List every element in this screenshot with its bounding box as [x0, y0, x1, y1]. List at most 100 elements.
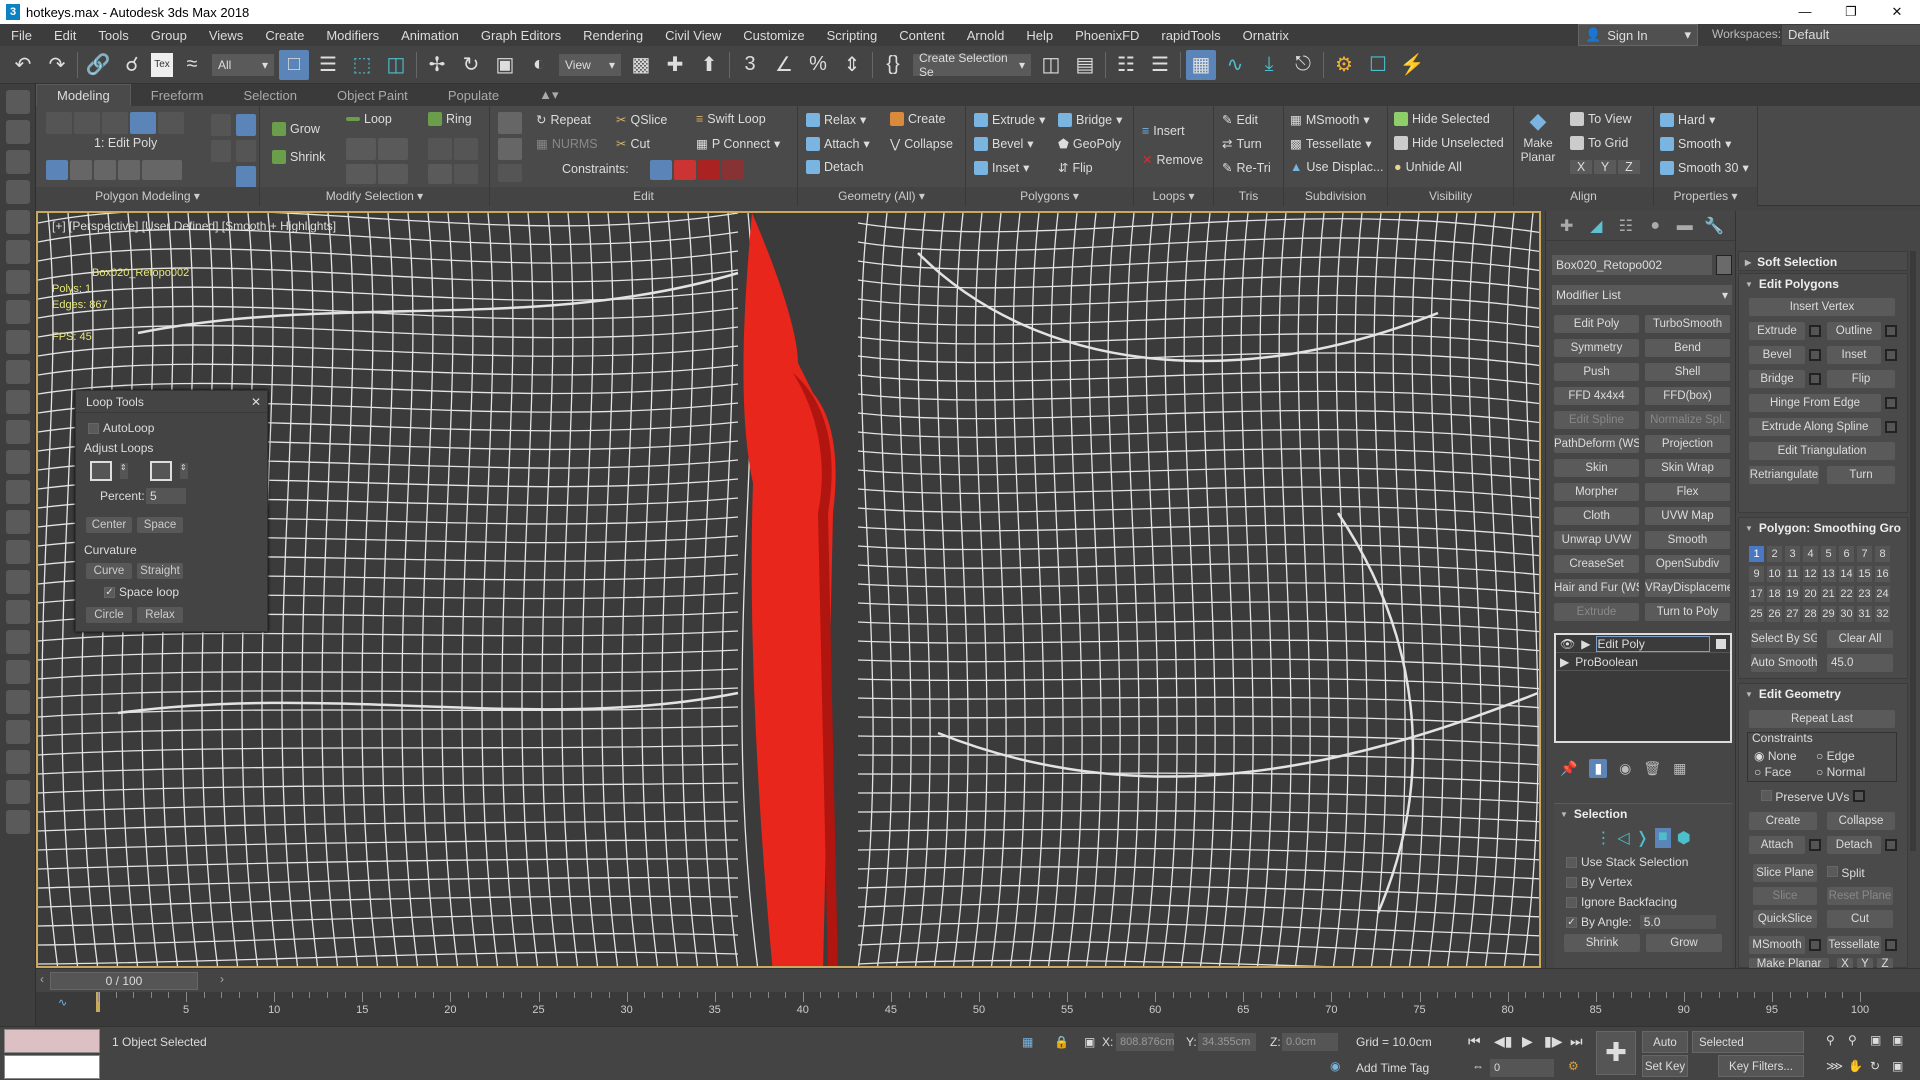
modifier-button[interactable]: Extrude [1554, 603, 1639, 621]
goto-start-icon[interactable]: ⏮ [1468, 1033, 1481, 1050]
time-slider[interactable]: ‹ 0 / 100 › [36, 968, 1920, 992]
modifier-button[interactable]: Edit Spline [1554, 411, 1639, 429]
cylinder-icon[interactable] [6, 360, 30, 384]
menu-phoenixfd[interactable]: PhoenixFD [1064, 28, 1150, 43]
percent-snap-icon[interactable]: % [803, 50, 833, 80]
angle-snap-icon[interactable]: ∠ [769, 50, 799, 80]
pin-stack-icon[interactable] [236, 140, 256, 162]
object-color-swatch[interactable] [1716, 255, 1732, 275]
set-key-big-icon[interactable]: ✚ [1596, 1031, 1636, 1075]
retriangulate-button[interactable]: Retriangulate [1749, 466, 1819, 484]
layer-explorer-icon[interactable]: ☰ [1145, 50, 1175, 80]
select-object-icon[interactable]: □ [279, 49, 309, 80]
scale-icon[interactable]: ▣ [490, 50, 520, 80]
menu-ornatrix[interactable]: Ornatrix [1232, 28, 1300, 43]
zoom-icon[interactable]: ⚲ [1826, 1033, 1835, 1047]
tessellate-settings-icon[interactable] [1885, 939, 1897, 951]
goto-end-icon[interactable]: ⏭ [1570, 1033, 1583, 1050]
smooth30-button[interactable]: Smooth 30 ▾ [1660, 160, 1749, 175]
ribbon-options-icon[interactable]: ▲▾ [519, 84, 578, 106]
menu-animation[interactable]: Animation [390, 28, 470, 43]
modifier-button[interactable]: Shell [1645, 363, 1730, 381]
constraint-edge-radio[interactable]: ○ Edge [1816, 749, 1855, 763]
brush-icon[interactable] [6, 480, 30, 504]
inset-settings-icon[interactable] [1885, 349, 1897, 361]
shrink-button[interactable]: Shrink [272, 150, 325, 164]
layers-icon[interactable] [6, 180, 30, 204]
smoothing-group-button[interactable]: 24 [1875, 586, 1890, 602]
edit-polygons-header[interactable]: ▼ Edit Polygons [1739, 274, 1907, 294]
modifier-button[interactable]: Normalize Spl. [1645, 411, 1730, 429]
render-icon[interactable] [6, 120, 30, 144]
polygon-mode-icon[interactable] [130, 112, 156, 134]
relax-button[interactable]: Relax [137, 607, 183, 623]
repeat-last-button[interactable]: Repeat Last [1749, 710, 1895, 728]
dot-loop-icon[interactable] [378, 164, 408, 184]
constraint-edge-icon[interactable] [674, 160, 696, 180]
globe-icon[interactable] [6, 570, 30, 594]
extrude-along-spline-button[interactable]: Extrude Along Spline [1749, 418, 1881, 436]
remove-loop-button[interactable]: ✕ Remove [1142, 152, 1203, 168]
toggle-command-mode-icon[interactable] [142, 160, 182, 180]
select-by-sg-button[interactable]: Select By SG [1751, 630, 1817, 648]
use-soft-selection-icon[interactable] [211, 114, 231, 136]
configure-modifier-sets-icon[interactable]: ▦ [1673, 760, 1686, 777]
bevel-button[interactable]: Bevel ▾ [974, 136, 1034, 151]
menu-create[interactable]: Create [254, 28, 315, 43]
hinge-settings-icon[interactable] [1885, 397, 1897, 409]
loop-button[interactable]: Loop [346, 112, 392, 126]
menu-content[interactable]: Content [888, 28, 956, 43]
hide-unselected-button[interactable]: Hide Unselected [1394, 136, 1504, 150]
isolate-icon[interactable]: ▦ [1022, 1035, 1033, 1049]
hard-button[interactable]: Hard ▾ [1660, 112, 1715, 127]
smoothing-group-button[interactable]: 18 [1767, 586, 1782, 602]
modifier-list-dropdown[interactable]: Modifier List ▾ [1552, 285, 1732, 305]
play-icon[interactable]: ▶ [1522, 1033, 1533, 1050]
set-key-button[interactable]: Set Key [1642, 1055, 1688, 1077]
smoothing-group-button[interactable]: 8 [1875, 546, 1890, 562]
viewport-label[interactable]: [+] [Perspective] [User Defined] [Smooth… [52, 219, 336, 233]
align-y-button[interactable]: Y [1594, 160, 1616, 174]
to-view-button[interactable]: To View [1570, 112, 1632, 126]
smoothing-group-button[interactable]: 27 [1785, 606, 1800, 622]
show-end-result-icon[interactable] [118, 160, 140, 180]
ring-mode-icon[interactable] [428, 164, 452, 184]
border-mode-icon[interactable] [102, 112, 128, 134]
modifier-button[interactable]: Edit Poly [1554, 315, 1639, 333]
bevel-button[interactable]: Bevel [1749, 346, 1805, 364]
constraint-face-radio[interactable]: ○ Face [1754, 765, 1791, 779]
constraint-none-radio[interactable]: ◉ None [1754, 749, 1797, 763]
cut-button[interactable]: ✂ Cut [616, 136, 650, 152]
loop-shrink-icon[interactable] [378, 138, 408, 160]
snap-3d-icon[interactable]: 3 [735, 50, 765, 80]
shrink-button[interactable]: Shrink [1564, 934, 1640, 952]
auto-smooth-spinner[interactable]: 45.0 [1827, 654, 1893, 672]
clear-all-button[interactable]: Clear All [1827, 630, 1893, 648]
msmooth-button[interactable]: ▦ MSmooth ▾ [1290, 112, 1370, 128]
modifier-button[interactable]: UVW Map [1645, 507, 1730, 525]
menu-rapidtools[interactable]: rapidTools [1150, 28, 1231, 43]
grow-button[interactable]: Grow [272, 122, 320, 136]
checkbox[interactable] [1566, 876, 1577, 888]
next-frame-icon[interactable]: › [220, 972, 224, 986]
turn-button[interactable]: Turn [1827, 466, 1895, 484]
create-button[interactable]: Create [890, 112, 946, 126]
curve-editor-toggle-icon[interactable]: ∿ [58, 996, 67, 1009]
modifier-button[interactable]: Hair and Fur (WSM) [1554, 579, 1639, 597]
group-label[interactable]: Modify Selection ▾ [260, 187, 489, 206]
modifier-button[interactable]: FFD(box) [1645, 387, 1730, 405]
menu-views[interactable]: Views [198, 28, 254, 43]
pan-icon[interactable]: ✋ [1848, 1059, 1863, 1073]
schematic-view-icon[interactable]: ⤓ [1254, 50, 1284, 80]
ring-shrink-icon[interactable] [454, 138, 478, 160]
detach-button[interactable]: Detach [806, 160, 864, 174]
current-frame-field[interactable]: 0 [1490, 1059, 1554, 1077]
modifier-button[interactable]: Skin [1554, 459, 1639, 477]
key-mode-dropdown[interactable]: Selected [1692, 1031, 1804, 1053]
hinge-from-edge-button[interactable]: Hinge From Edge [1749, 394, 1881, 412]
earth-icon[interactable] [6, 690, 30, 714]
use-stack-selection-checkbox[interactable]: Use Stack Selection [1554, 852, 1732, 872]
light-icon[interactable] [6, 210, 30, 234]
quickslice-button[interactable]: QuickSlice [1753, 910, 1817, 928]
key-filters-button[interactable]: Key Filters... [1718, 1055, 1804, 1077]
